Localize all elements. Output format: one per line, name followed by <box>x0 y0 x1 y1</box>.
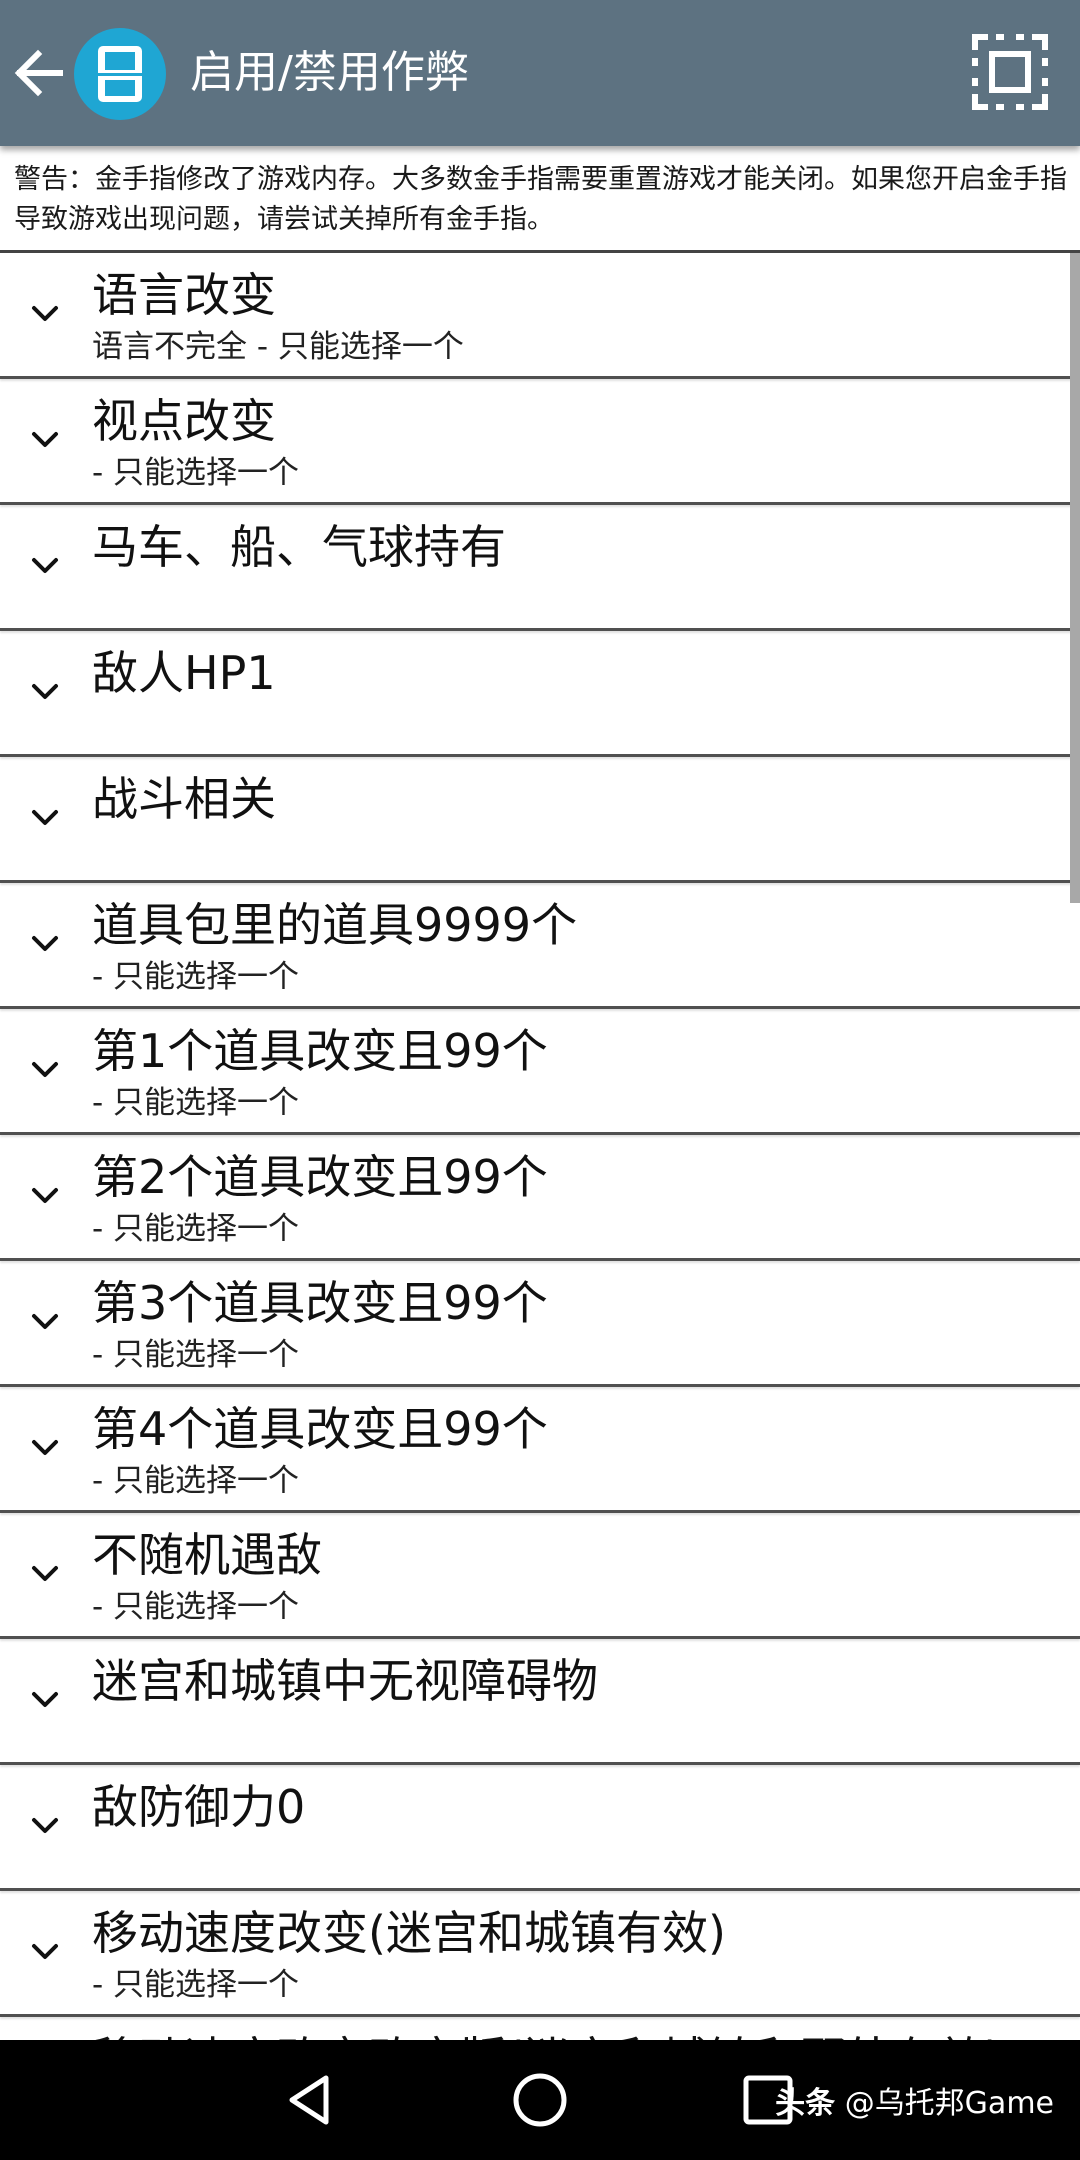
cheat-subtitle: - 只能选择一个 <box>92 1211 300 1247</box>
cheat-subtitle: - 只能选择一个 <box>92 1085 300 1121</box>
cheat-title: 迷宫和城镇中无视障碍物 <box>92 1654 598 1708</box>
chevron-down-icon[interactable] <box>28 549 62 583</box>
nav-back-button[interactable] <box>270 2060 350 2140</box>
watermark: 头条 @乌托邦Game <box>775 2084 1054 2124</box>
cheat-row[interactable]: 道具包里的道具9999个 - 只能选择一个 <box>0 883 1080 1009</box>
cheat-list[interactable]: 语言改变 语言不完全 - 只能选择一个 视点改变 - 只能选择一个 马车、船、气球持有… <box>0 253 1080 2040</box>
cheat-title: 移动速度改变(迷宫和城镇有效) <box>92 1906 726 1960</box>
app-logo <box>74 28 166 120</box>
cheat-title: 第2个道具改变且99个 <box>92 1150 548 1204</box>
chevron-down-icon[interactable] <box>28 1053 62 1087</box>
chevron-down-icon[interactable] <box>28 1935 62 1969</box>
cheat-subtitle: - 只能选择一个 <box>92 1463 300 1499</box>
chevron-down-icon[interactable] <box>28 1809 62 1843</box>
cheat-title: 视点改变 <box>92 394 276 448</box>
navigation-bar: 头条 @乌托邦Game <box>0 2040 1080 2160</box>
circle-home-icon <box>513 2073 567 2127</box>
cheat-title: 敌人HP1 <box>92 646 276 700</box>
cheat-row[interactable]: 不随机遇敌 - 只能选择一个 <box>0 1513 1080 1639</box>
cheat-row[interactable]: 马车、船、气球持有 <box>0 505 1080 631</box>
scrollbar[interactable] <box>1070 253 1080 903</box>
watermark-prefix: 头条 <box>775 2086 836 2121</box>
cheat-row[interactable]: 敌人HP1 <box>0 631 1080 757</box>
cheat-title: 语言改变 <box>92 268 276 322</box>
chevron-down-icon[interactable] <box>28 1683 62 1717</box>
cheat-subtitle: - 只能选择一个 <box>92 1967 300 2003</box>
fullscreen-button[interactable] <box>968 30 1052 114</box>
nav-home-button[interactable] <box>500 2060 580 2140</box>
chevron-down-icon[interactable] <box>28 927 62 961</box>
cheat-subtitle: - 只能选择一个 <box>92 1589 300 1625</box>
chevron-down-icon[interactable] <box>28 1431 62 1465</box>
cheat-row[interactable]: 移动速度改变改变版(迷宫和城镇和野外有效) <box>0 2017 1080 2040</box>
warning-text: 警告：金手指修改了游戏内存。大多数金手指需要重置游戏才能关闭。如果您开启金手指导… <box>14 164 1067 235</box>
screen: 启用/禁用作弊 警告：金手指修改了游戏内存。大多数金手指需要重置游戏才能关闭。如… <box>0 0 1080 2160</box>
cheat-subtitle: 语言不完全 - 只能选择一个 <box>92 329 464 365</box>
cheat-row[interactable]: 第1个道具改变且99个 - 只能选择一个 <box>0 1009 1080 1135</box>
cheat-row[interactable]: 移动速度改变(迷宫和城镇有效) - 只能选择一个 <box>0 1891 1080 2017</box>
cheat-title: 不随机遇敌 <box>92 1528 322 1582</box>
cheat-row[interactable]: 第2个道具改变且99个 - 只能选择一个 <box>0 1135 1080 1261</box>
cheat-title: 移动速度改变改变版(迷宫和城镇和野外有效) <box>92 2027 1002 2040</box>
arrow-left-icon <box>14 49 63 97</box>
page-title: 启用/禁用作弊 <box>190 47 469 98</box>
cheat-row[interactable]: 敌防御力0 <box>0 1765 1080 1891</box>
chevron-down-icon[interactable] <box>28 1557 62 1591</box>
cheat-row[interactable]: 战斗相关 <box>0 757 1080 883</box>
back-button[interactable] <box>8 34 68 112</box>
cheat-row[interactable]: 第3个道具改变且99个 - 只能选择一个 <box>0 1261 1080 1387</box>
chevron-down-icon[interactable] <box>28 1179 62 1213</box>
watermark-handle: @乌托邦Game <box>844 2086 1054 2121</box>
cheat-title: 道具包里的道具9999个 <box>92 898 578 952</box>
triangle-back-icon <box>289 2075 329 2125</box>
chevron-down-icon[interactable] <box>28 1305 62 1339</box>
cheat-row[interactable]: 视点改变 - 只能选择一个 <box>0 379 1080 505</box>
chevron-down-icon[interactable] <box>28 675 62 709</box>
chevron-down-icon[interactable] <box>28 423 62 457</box>
cheat-subtitle: - 只能选择一个 <box>92 1337 300 1373</box>
cheat-subtitle: - 只能选择一个 <box>92 959 300 995</box>
ds-console-icon <box>98 46 142 102</box>
cheat-title: 战斗相关 <box>92 772 276 826</box>
cheat-row[interactable]: 语言改变语言不完全 - 只能选择一个 <box>0 253 1080 379</box>
fullscreen-icon <box>972 34 1048 110</box>
chevron-down-icon[interactable] <box>28 801 62 835</box>
cheat-subtitle: - 只能选择一个 <box>92 455 300 491</box>
cheat-row[interactable]: 迷宫和城镇中无视障碍物 <box>0 1639 1080 1765</box>
cheat-title: 第1个道具改变且99个 <box>92 1024 548 1078</box>
cheat-title: 敌防御力0 <box>92 1780 306 1834</box>
cheat-title: 第4个道具改变且99个 <box>92 1402 548 1456</box>
cheat-title: 第3个道具改变且99个 <box>92 1276 548 1330</box>
app-bar: 启用/禁用作弊 <box>0 0 1080 146</box>
cheat-row[interactable]: 第4个道具改变且99个 - 只能选择一个 <box>0 1387 1080 1513</box>
chevron-down-icon[interactable] <box>28 297 62 331</box>
cheat-title: 马车、船、气球持有 <box>92 520 506 574</box>
